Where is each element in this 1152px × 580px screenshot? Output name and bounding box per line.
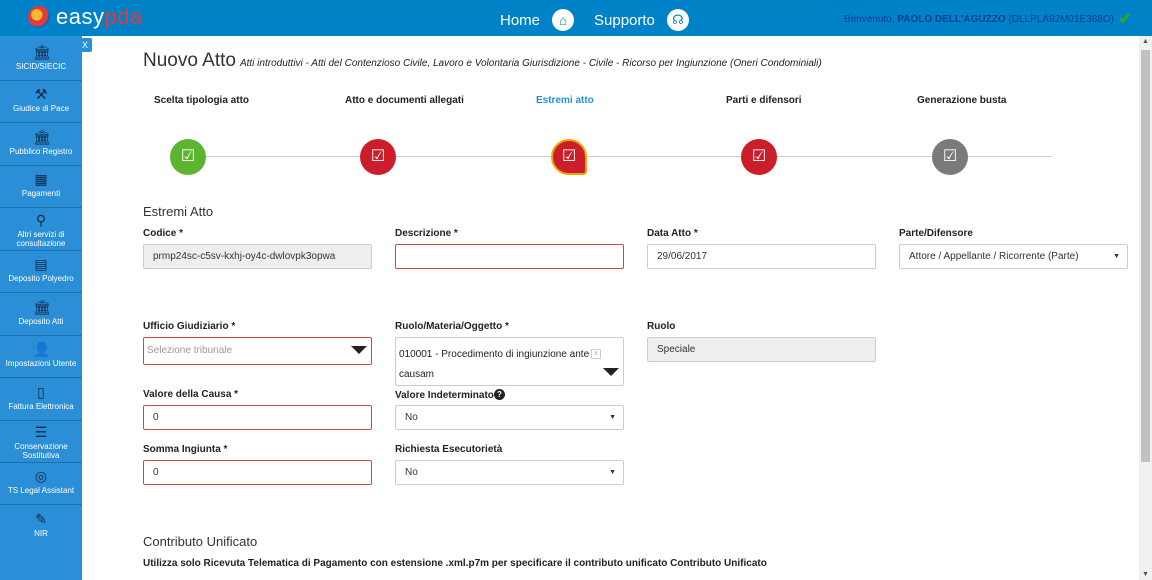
sidebar-item-altri-servizi[interactable]: ⚲ Altri servizi di consultazione xyxy=(0,210,82,251)
home-link[interactable]: Home xyxy=(500,12,540,29)
somma-ingiunta-label: Somma Ingiunta * xyxy=(143,444,228,455)
page-subtitle: Atti introduttivi - Atti del Contenzioso… xyxy=(239,58,822,69)
step-1-done-icon[interactable]: ☑ xyxy=(170,139,206,175)
section-estremi-atto: Estremi Atto xyxy=(143,204,214,219)
dropdown-arrow-icon xyxy=(351,346,367,354)
building-icon: 🏛 xyxy=(33,129,51,145)
parte-difensore-select[interactable]: Attore / Appellante / Ricorrente (Parte)… xyxy=(899,244,1128,269)
data-atto-field[interactable]: 29/06/2017 xyxy=(647,244,876,269)
headset-icon[interactable]: ☊ xyxy=(666,9,689,31)
logo-icon xyxy=(28,6,50,28)
data-atto-label: Data Atto * xyxy=(647,228,698,239)
step-3-active-icon[interactable]: ☑ xyxy=(551,139,587,175)
home-icon[interactable]: ⌂ xyxy=(552,9,575,31)
step-label-generazione[interactable]: Generazione busta xyxy=(917,95,1006,106)
scroll-up-icon[interactable]: ▲ xyxy=(1142,38,1149,45)
edit-icon: ✎ xyxy=(35,511,47,527)
easypda-logo[interactable]: easypda xyxy=(28,4,143,30)
valore-causa-field[interactable]: 0 xyxy=(143,405,372,430)
page-title: Nuovo Atto Atti introduttivi - Atti del C… xyxy=(143,50,822,71)
select-arrow-icon: ▼ xyxy=(609,469,616,476)
step-label-parti[interactable]: Parti e difensori xyxy=(726,95,802,106)
check-icon: ✔ xyxy=(1118,11,1132,28)
sidebar: X 🏛 SICID/SIECIC ⚒ Giudice di Pace 🏛 Pub… xyxy=(0,36,92,580)
ruolo-field: Speciale xyxy=(647,337,876,362)
dropdown-arrow-icon xyxy=(603,368,619,376)
richiesta-esecutorieta-select[interactable]: No ▼ xyxy=(395,460,624,485)
database-icon: ☰ xyxy=(34,424,48,440)
ruolo-label: Ruolo xyxy=(647,321,676,332)
sidebar-item-sicid[interactable]: 🏛 SICID/SIECIC xyxy=(0,40,82,81)
richiesta-esecutorieta-label: Richiesta Esecutorietà xyxy=(395,444,503,455)
codice-field: prmp24sc-c5sv-kxhj-oy4c-dwlovpk3opwa xyxy=(143,244,372,269)
stepper-labels: Scelta tipologia atto Atto e documenti a… xyxy=(0,95,1152,107)
calculator-icon: ▦ xyxy=(34,171,48,187)
scrollbar-thumb[interactable] xyxy=(1141,50,1150,462)
contributo-note: Utilizza solo Ricevuta Telematica di Pag… xyxy=(143,558,767,569)
top-bar: easypda Home ⌂ Supporto ☊ Benvenuto, PAO… xyxy=(0,0,1152,36)
step-label-atto-documenti[interactable]: Atto e documenti allegati xyxy=(345,95,464,106)
user-settings-icon: 👤 xyxy=(33,341,51,357)
search-icon: ⚲ xyxy=(35,212,47,228)
support-link[interactable]: Supporto xyxy=(594,12,655,29)
phone-icon: ▯ xyxy=(37,384,45,400)
sidebar-item-fattura-elettronica[interactable]: ▯ Fattura Elettronica xyxy=(0,380,82,421)
ufficio-giudiziario-select[interactable]: Selezione tribunale xyxy=(143,337,372,365)
select-arrow-icon: ▼ xyxy=(609,414,616,421)
select-arrow-icon: ▼ xyxy=(1113,253,1120,260)
welcome-text: Benvenuto, PAOLO DELL'AGUZZO (DLLPLA92M0… xyxy=(843,11,1132,28)
stepper-line xyxy=(186,156,1052,157)
valore-indeterminato-label: Valore Indeterminato? xyxy=(395,389,505,401)
step-4-error-icon[interactable]: ☑ xyxy=(741,139,777,175)
valore-causa-label: Valore della Causa * xyxy=(143,389,239,400)
ufficio-giudiziario-label: Ufficio Giudiziario * xyxy=(143,321,236,332)
sidebar-item-conservazione-sostitutiva[interactable]: ☰ Conservazione Sostitutiva xyxy=(0,422,82,463)
step-label-estremi[interactable]: Estremi atto xyxy=(536,95,594,106)
codice-label: Codice * xyxy=(143,228,184,239)
top-nav: Home ⌂ Supporto ☊ xyxy=(500,9,701,31)
court-icon: 🏛 xyxy=(33,299,51,315)
sidebar-item-pagamenti[interactable]: ▦ Pagamenti xyxy=(0,167,82,208)
somma-ingiunta-field[interactable]: 0 xyxy=(143,460,372,485)
user-name: PAOLO DELL'AGUZZO xyxy=(897,14,1006,25)
descrizione-field[interactable] xyxy=(395,244,624,269)
sidebar-item-nir[interactable]: ✎ NIR xyxy=(0,507,82,548)
sidebar-item-deposito-atti[interactable]: 🏛 Deposito Atti xyxy=(0,295,82,336)
help-icon[interactable]: ? xyxy=(493,389,505,400)
archive-icon: ▤ xyxy=(34,256,48,272)
sidebar-item-deposito-polyedro[interactable]: ▤ Deposito Polyedro xyxy=(0,252,82,293)
logo-text: easypda xyxy=(56,4,143,29)
section-contributo-unificato: Contributo Unificato xyxy=(143,534,258,549)
valore-indeterminato-select[interactable]: No ▼ xyxy=(395,405,624,430)
ruolo-materia-select[interactable]: 010001 - Procedimento di ingiunzione ant… xyxy=(395,337,624,386)
sidebar-item-ts-legal-assistant[interactable]: ◎ TS Legal Assistant xyxy=(0,464,82,505)
page-scrollbar[interactable]: ▲ ▼ xyxy=(1139,36,1152,580)
parte-difensore-label: Parte/Difensore xyxy=(899,228,973,239)
assistant-icon: ◎ xyxy=(34,468,48,484)
court-icon: 🏛 xyxy=(33,44,51,60)
scroll-down-icon[interactable]: ▼ xyxy=(1142,571,1149,578)
ruolo-materia-label: Ruolo/Materia/Oggetto * xyxy=(395,321,509,332)
sidebar-item-pubblico-registro[interactable]: 🏛 Pubblico Registro xyxy=(0,125,82,166)
step-5-pending-icon[interactable]: ☑ xyxy=(932,139,968,175)
sidebar-item-impostazioni-utente[interactable]: 👤 Impostazioni Utente xyxy=(0,337,82,378)
descrizione-label: Descrizione * xyxy=(395,228,458,239)
step-label-scelta[interactable]: Scelta tipologia atto xyxy=(154,95,249,106)
user-code: (DLLPLA92M01E388O) xyxy=(1008,14,1114,25)
step-2-error-icon[interactable]: ☑ xyxy=(360,139,396,175)
remove-tag-icon[interactable]: x xyxy=(591,349,602,360)
